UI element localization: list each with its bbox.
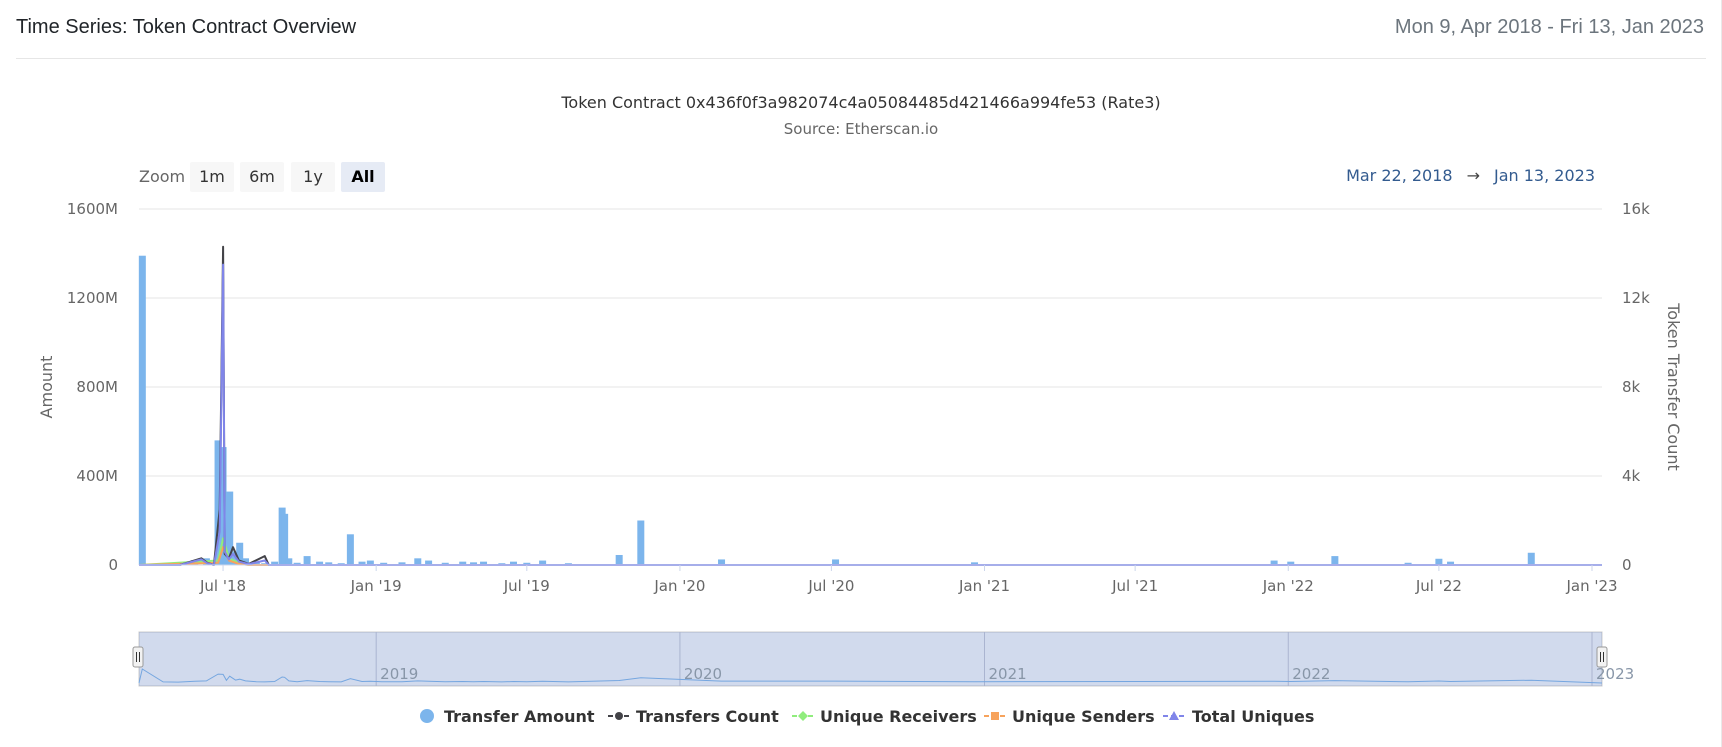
x-tick-label: Jan '20 (653, 577, 705, 595)
legend-diamond-icon (798, 711, 808, 721)
navigator-handle-left[interactable] (132, 646, 144, 668)
legend-label: Transfer Amount (444, 707, 595, 726)
x-tick-label: Jul '19 (503, 577, 550, 595)
transfer-amount-bars (138, 255, 1535, 566)
series-lines (138, 245, 1602, 566)
y2-axis: 0 4k 8k 12k 16k (1622, 200, 1650, 574)
y2-tick-label: 12k (1622, 289, 1650, 307)
grid-lines (139, 208, 1602, 477)
x-tick-label: Jul '18 (199, 577, 246, 595)
transfer-amount-bar[interactable] (637, 520, 645, 566)
y-axis-title: Amount (37, 356, 56, 419)
legend-label: Total Uniques (1192, 707, 1314, 726)
legend-item-unique-receivers[interactable]: Unique Receivers (792, 707, 977, 726)
transfer-amount-bar[interactable] (615, 554, 623, 565)
y-tick-label: 800M (76, 378, 118, 396)
range-to-input[interactable]: Jan 13, 2023 (1493, 166, 1595, 185)
legend-triangle-icon (1169, 711, 1179, 720)
x-tick-label: Jan '21 (958, 577, 1010, 595)
navigator-year-label: 2021 (989, 665, 1027, 683)
chart: Token Contract 0x436f0f3a982074c4a050844… (37, 93, 1683, 726)
transfer-amount-bar[interactable] (346, 534, 354, 565)
y-tick-label: 400M (76, 467, 118, 485)
transfer-amount-bar[interactable] (1331, 556, 1339, 565)
y-tick-label: 0 (108, 556, 118, 574)
zoom-button-1m-label: 1m (199, 167, 225, 186)
navigator-year-label: 2023 (1596, 665, 1634, 683)
legend-label: Unique Receivers (820, 707, 977, 726)
y-tick-label: 1600M (67, 200, 118, 218)
unique-senders-line[interactable] (138, 546, 1602, 566)
x-tick-label: Jul '22 (1415, 577, 1462, 595)
total-uniques-line[interactable] (139, 263, 1602, 566)
range-arrow: → (1467, 166, 1480, 185)
y2-tick-label: 16k (1622, 200, 1650, 218)
transfer-amount-bar[interactable] (281, 513, 289, 565)
legend: Transfer Amount Transfers Count Unique R… (420, 707, 1314, 726)
navigator: 2019 2020 2021 2022 2023 (132, 631, 1634, 687)
transfer-amount-bar[interactable] (138, 255, 146, 565)
transfer-amount-bar[interactable] (303, 556, 311, 565)
transfer-amount-bar[interactable] (414, 558, 422, 565)
x-tick-label: Jul '21 (1111, 577, 1158, 595)
navigator-year-label: 2019 (380, 665, 418, 683)
unique-receivers-line[interactable] (138, 537, 1602, 566)
legend-label: Transfers Count (636, 707, 779, 726)
y-tick-label: 1200M (67, 289, 118, 307)
legend-item-transfers-count[interactable]: Transfers Count (608, 707, 779, 726)
range-from-input[interactable]: Mar 22, 2018 (1346, 166, 1453, 185)
y-axis: 0 400M 800M 1200M 1600M (67, 200, 118, 574)
navigator-year-label: 2020 (684, 665, 722, 683)
zoom-button-1y[interactable]: 1y (291, 162, 335, 192)
y2-tick-label: 8k (1622, 378, 1641, 396)
legend-item-transfer-amount[interactable]: Transfer Amount (420, 707, 595, 726)
y2-tick-label: 4k (1622, 467, 1641, 485)
range-selector: Zoom 1m 6m 1y All Mar 22, 2018 → Jan 13, 2… (139, 162, 1595, 192)
zoom-label: Zoom (139, 167, 185, 186)
zoom-button-6m-label: 6m (249, 167, 275, 186)
zoom-button-all-label: All (351, 167, 374, 186)
legend-label: Unique Senders (1012, 707, 1155, 726)
x-tick-label: Jan '23 (1565, 577, 1617, 595)
x-axis: Jul '18 Jan '19 Jul '19 Jan '20 Jul '20 Jan '… (199, 565, 1618, 595)
zoom-button-6m[interactable]: 6m (240, 162, 284, 192)
chart-title: Token Contract 0x436f0f3a982074c4a050844… (560, 93, 1160, 112)
navigator-mask[interactable] (139, 632, 1602, 686)
legend-item-total-uniques[interactable]: Total Uniques (1163, 707, 1314, 726)
legend-dot-icon (420, 709, 434, 723)
y2-axis-title: Token Transfer Count (1664, 302, 1683, 471)
navigator-year-label: 2022 (1292, 665, 1330, 683)
range-input-group: Mar 22, 2018 → Jan 13, 2023 (1346, 166, 1595, 185)
legend-item-unique-senders[interactable]: Unique Senders (984, 707, 1155, 726)
x-tick-label: Jul '20 (807, 577, 854, 595)
navigator-handle-right[interactable] (1596, 646, 1608, 668)
chart-subtitle: Source: Etherscan.io (784, 120, 938, 138)
legend-square-icon (991, 712, 999, 720)
legend-circle-icon (615, 712, 623, 720)
transfers-count-line[interactable] (139, 245, 1602, 566)
transfer-amount-bar[interactable] (285, 558, 293, 565)
zoom-button-1m[interactable]: 1m (190, 162, 234, 192)
transfer-amount-bar[interactable] (1527, 552, 1535, 565)
x-tick-label: Jan '22 (1262, 577, 1314, 595)
zoom-button-all[interactable]: All (341, 162, 385, 192)
zoom-button-1y-label: 1y (303, 167, 323, 186)
x-tick-label: Jan '19 (350, 577, 402, 595)
y2-tick-label: 0 (1622, 556, 1632, 574)
